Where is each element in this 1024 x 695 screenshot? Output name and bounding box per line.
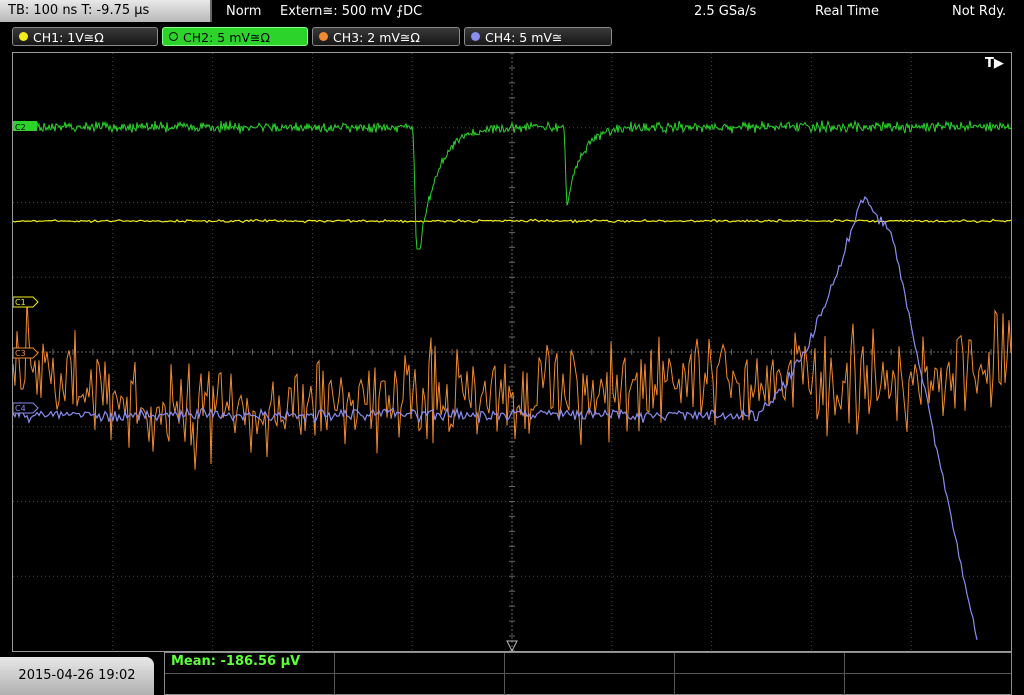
sample-rate[interactable]: 2.5 GSa/s: [694, 0, 756, 24]
measurement-panel[interactable]: Mean: -186.56 µV: [164, 652, 1012, 695]
ch4-trace: [13, 195, 978, 641]
graticule: [13, 53, 1011, 651]
ch3-color-icon: [319, 32, 328, 41]
ch4-marker-label: C4: [15, 404, 26, 413]
trigger-position-marker[interactable]: T▶: [985, 56, 1004, 71]
channel-tab-label: CH1: 1V≅Ω: [33, 30, 104, 45]
ch1-marker-label: C1: [15, 298, 26, 307]
ch3-trace: [13, 298, 1011, 470]
status-bar: TB: 100 ns T: -9.75 µs Norm Extern≅: 500…: [0, 0, 1024, 24]
ch3-marker-label: C3: [15, 349, 26, 358]
channel-tab-label: CH3: 2 mV≅Ω: [333, 30, 420, 45]
channel-tab-label: CH4: 5 mV≅: [485, 30, 563, 45]
channel-tab-label: CH2: 5 mV≅Ω: [183, 30, 270, 45]
ch3-offset-marker[interactable]: C3: [13, 347, 39, 359]
waveform-canvas[interactable]: T▶ C2 C1 C3 C4: [13, 53, 1011, 651]
ch1-offset-marker[interactable]: C1: [13, 296, 39, 308]
channel-tab-ch3[interactable]: CH3: 2 mV≅Ω: [312, 27, 460, 46]
channel-tabs: CH1: 1V≅Ω CH2: 5 mV≅Ω CH3: 2 mV≅Ω CH4: 5…: [0, 27, 1024, 49]
trigger-source[interactable]: Extern≅: 500 mV ⨍DC: [280, 0, 422, 24]
ch1-color-icon: [19, 32, 28, 41]
acquisition-state: Not Rdy.: [952, 4, 1007, 19]
mean-measurement[interactable]: Mean: -186.56 µV: [171, 654, 300, 669]
waveform-display[interactable]: T▶ C2 C1 C3 C4: [12, 52, 1012, 652]
date-time: 2015-04-26 19:02: [0, 657, 154, 695]
channel-tab-ch1[interactable]: CH1: 1V≅Ω: [12, 27, 158, 46]
timebase-readout[interactable]: TB: 100 ns T: -9.75 µs: [0, 0, 212, 22]
ch4-offset-marker[interactable]: C4: [13, 402, 39, 414]
ch4-color-icon: [471, 32, 480, 41]
channel-tab-ch4[interactable]: CH4: 5 mV≅: [464, 27, 612, 46]
ch2-marker-label: C2: [15, 123, 26, 132]
ch2-offset-marker[interactable]: C2: [13, 121, 37, 132]
trigger-mode[interactable]: Norm: [226, 0, 261, 24]
channel-tab-ch2[interactable]: CH2: 5 mV≅Ω: [162, 27, 308, 46]
ch2-color-icon: [169, 32, 178, 41]
acquisition-mode[interactable]: Real Time: [815, 0, 879, 24]
